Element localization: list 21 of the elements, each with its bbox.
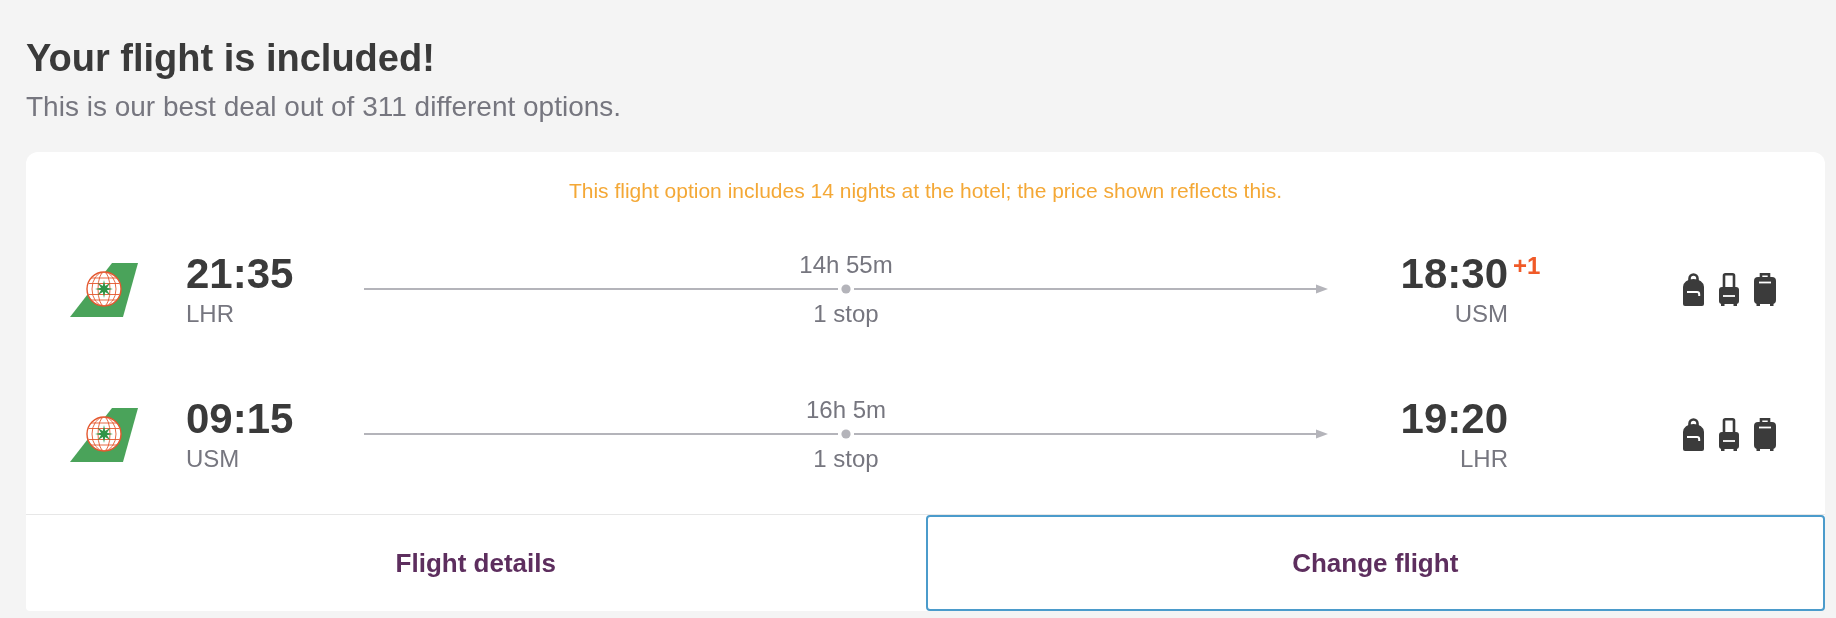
tail-fin-icon (70, 407, 138, 462)
arrival-time: 18:30 (1400, 250, 1508, 297)
day-offset: +1 (1513, 252, 1541, 280)
change-flight-button[interactable]: Change flight (925, 515, 1825, 611)
arrival-time: 19:20 (1400, 395, 1508, 442)
stops-count: 1 stop (813, 300, 879, 328)
flight-duration: 14h 55m (799, 251, 893, 279)
arrival-airport: LHR (1460, 445, 1508, 473)
departure-time: 09:15 (186, 396, 294, 442)
page-subtitle: This is our best deal out of 311 different options. (26, 90, 622, 124)
stops-count: 1 stop (813, 445, 879, 473)
departure-time: 21:35 (186, 251, 294, 297)
departure-airport: LHR (186, 300, 234, 328)
flight-duration: 16h 5m (805, 396, 887, 424)
arrival-airport: USM (1454, 300, 1508, 328)
stop-dot-icon (841, 429, 851, 439)
tail-fin-icon (70, 262, 138, 317)
page-title: Your flight is included! (26, 36, 435, 80)
departure-airport: USM (186, 445, 240, 473)
stop-dot-icon (841, 284, 851, 294)
hotel-notice: This flight option includes 14 nights at the hotel; the price shown reflects this. (568, 178, 1283, 204)
